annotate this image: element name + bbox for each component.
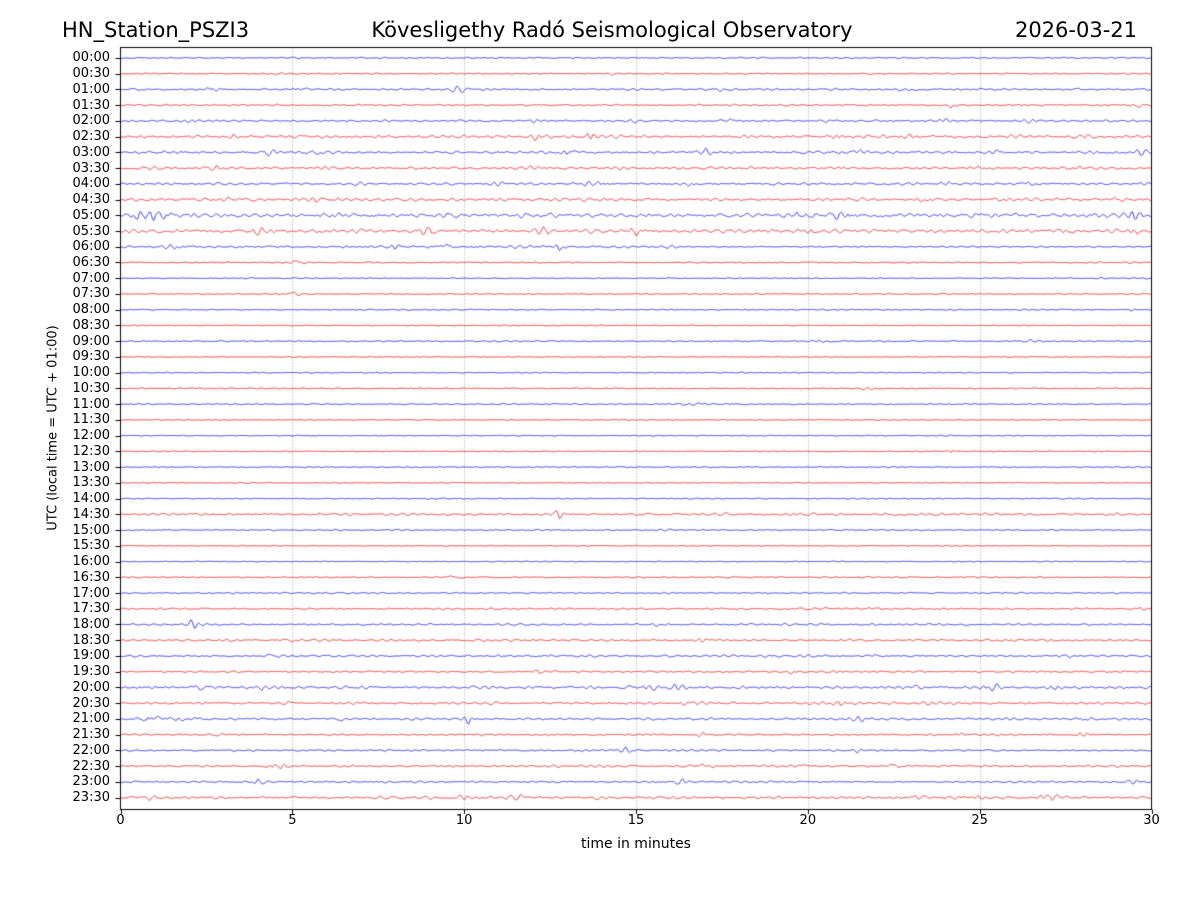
y-tick-label: 05:30 (72, 223, 110, 239)
y-tick-label: 01:00 (72, 81, 110, 97)
station-title: HN_Station_PSZI3 (62, 18, 250, 42)
y-tick-label: 02:00 (72, 113, 110, 129)
x-tick-label: 25 (971, 813, 988, 828)
y-tick-label: 02:30 (72, 129, 110, 145)
y-tick-label: 00:00 (72, 50, 110, 66)
y-tick-label: 20:00 (72, 679, 110, 695)
y-tick-label: 03:00 (72, 144, 110, 160)
y-tick-label: 18:00 (72, 616, 110, 632)
y-tick-label: 03:30 (72, 160, 110, 176)
y-tick-label: 04:00 (72, 176, 110, 192)
y-tick-label: 18:30 (72, 632, 110, 648)
y-tick-label: 16:00 (72, 554, 110, 570)
y-tick-label: 04:30 (72, 192, 110, 208)
y-tick-label: 07:00 (72, 270, 110, 286)
y-tick-label: 21:30 (72, 727, 110, 743)
y-tick-label: 15:30 (72, 538, 110, 554)
y-tick-label: 06:00 (72, 239, 110, 255)
date-title: 2026-03-21 (1014, 18, 1137, 42)
y-tick-label: 01:30 (72, 97, 110, 113)
x-tick-label: 10 (455, 813, 473, 828)
y-tick-label: 19:00 (72, 648, 110, 664)
y-tick-label: 21:00 (72, 711, 110, 727)
observatory-title: Kövesligethy Radó Seismological Observat… (371, 18, 853, 42)
y-axis-label: UTC (local time = UTC + 01:00) (45, 325, 61, 531)
y-tick-label: 06:30 (72, 254, 110, 270)
y-tick-label: 00:30 (72, 66, 110, 82)
seismogram-figure: HN_Station_PSZI3 Kövesligethy Radó Seism… (0, 0, 1200, 900)
y-tick-label: 17:00 (72, 585, 110, 601)
y-tick-label: 19:30 (72, 664, 110, 680)
y-tick-label: 07:30 (72, 286, 110, 302)
y-tick-label: 23:00 (72, 774, 110, 790)
x-tick-label: 5 (288, 813, 297, 828)
x-tick-label: 0 (116, 813, 125, 828)
x-tick-label: 15 (627, 813, 645, 828)
y-tick-label: 20:30 (72, 695, 110, 711)
y-tick-label: 17:30 (72, 601, 110, 617)
y-tick-label: 22:30 (72, 758, 110, 774)
y-tick-label: 16:30 (72, 569, 110, 585)
y-tick-label: 22:00 (72, 742, 110, 758)
x-axis-label: time in minutes (581, 836, 691, 852)
y-tick-label: 05:00 (72, 207, 110, 223)
y-tick-label: 08:00 (72, 302, 110, 318)
seismogram-plot-canvas (0, 0, 1200, 900)
x-tick-label: 30 (1143, 813, 1160, 828)
y-tick-label: 23:30 (72, 790, 110, 806)
x-tick-label: 20 (799, 813, 817, 828)
